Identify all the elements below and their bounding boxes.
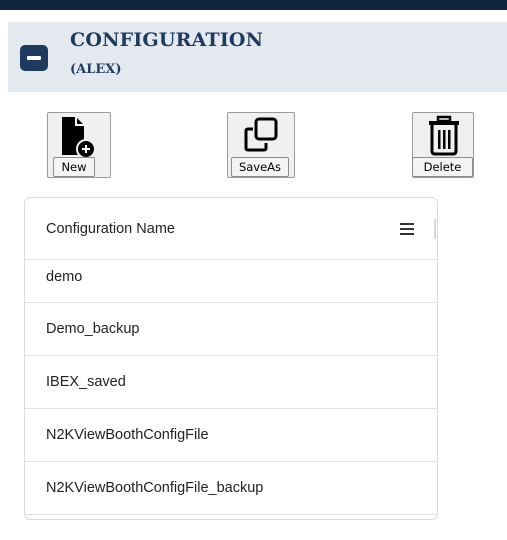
- row-cell: demo: [46, 269, 83, 285]
- panel-title: CONFIGURATION: [70, 29, 264, 51]
- new-label[interactable]: New: [53, 157, 95, 177]
- table-row[interactable]: demo: [25, 260, 437, 303]
- row-cell: Demo_backup: [46, 321, 140, 337]
- delete-label[interactable]: Delete: [412, 157, 473, 177]
- row-cell: IBEX_saved: [46, 374, 126, 390]
- panel-header: CONFIGURATION (ALEX): [8, 22, 507, 92]
- copy-icon: [244, 117, 278, 152]
- new-file-icon: [62, 117, 96, 159]
- panel-subtitle: (ALEX): [70, 62, 122, 77]
- table-row[interactable]: N2KViewBoothConfigFile_backup: [25, 462, 437, 515]
- trash-icon: [429, 115, 459, 156]
- table-row[interactable]: Demo_backup: [25, 303, 437, 356]
- table-row[interactable]: IBEX_saved: [25, 356, 437, 409]
- saveas-label[interactable]: SaveAs: [231, 157, 289, 177]
- table-row[interactable]: N2KViewBoothConfigFile: [25, 409, 437, 462]
- row-cell: N2KViewBoothConfigFile: [46, 427, 209, 443]
- collapse-button[interactable]: [20, 45, 48, 71]
- menu-icon[interactable]: [400, 223, 414, 235]
- column-header-configuration-name[interactable]: Configuration Name: [46, 221, 175, 237]
- top-bar: [0, 0, 507, 10]
- grid-header: Configuration Name: [25, 198, 437, 260]
- minus-icon: [27, 56, 41, 60]
- row-cell: N2KViewBoothConfigFile_backup: [46, 480, 264, 496]
- configuration-grid: Configuration Name demo Demo_backup IBEX…: [24, 197, 438, 520]
- column-resize-handle[interactable]: [434, 219, 436, 239]
